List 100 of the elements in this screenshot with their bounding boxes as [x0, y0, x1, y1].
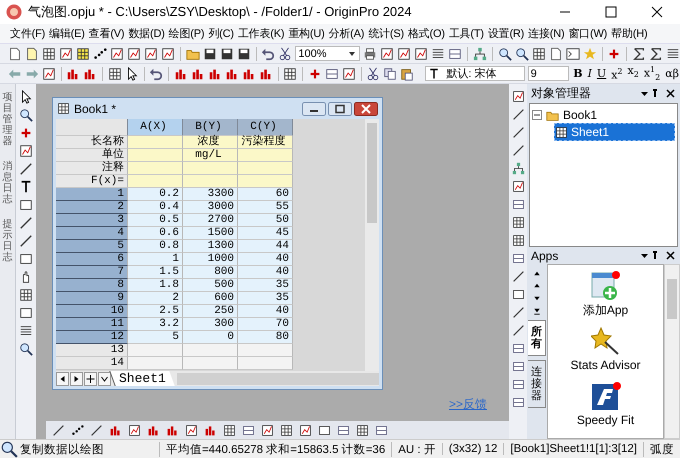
menu-item[interactable]: 窗口(W)	[566, 26, 610, 41]
line-tool-icon[interactable]	[512, 306, 524, 319]
side-tab[interactable]: 提示日志	[2, 219, 12, 263]
grid-icon[interactable]	[512, 216, 524, 229]
menu-item[interactable]: 绘图(P)	[166, 26, 206, 41]
chart-icon[interactable]	[261, 424, 274, 436]
scatter-plot-icon[interactable]	[93, 46, 107, 60]
save-icon[interactable]	[236, 46, 251, 60]
printer-icon[interactable]	[363, 46, 378, 60]
chart-icon[interactable]	[144, 46, 158, 60]
chart-icon[interactable]	[414, 46, 428, 60]
bar-chart-icon[interactable]	[174, 66, 188, 80]
format-button[interactable]: x$_{2}$	[626, 64, 640, 83]
column-header[interactable]: C(Y)	[238, 119, 293, 136]
document-icon[interactable]	[25, 46, 39, 60]
grid-icon[interactable]	[76, 46, 90, 60]
layer-icon[interactable]	[512, 198, 524, 211]
layer-icon[interactable]	[512, 360, 524, 373]
menu-item[interactable]: 数据(D)	[126, 26, 167, 41]
layer-icon[interactable]	[512, 252, 524, 265]
tree-item[interactable]: Sheet1	[554, 123, 675, 141]
bar-chart-icon[interactable]	[208, 66, 222, 80]
menu-item[interactable]: 工具(T)	[446, 26, 486, 41]
menu-item[interactable]: 编辑(E)	[47, 26, 87, 41]
format-button[interactable]: I	[586, 66, 593, 80]
save-icon[interactable]	[202, 46, 217, 60]
star-icon[interactable]	[582, 46, 597, 60]
row-header[interactable]: 5	[56, 240, 128, 253]
bar-chart-icon[interactable]	[190, 66, 205, 80]
chart-icon[interactable]	[299, 424, 312, 436]
line-tool-icon[interactable]	[512, 108, 524, 121]
line-tool-icon[interactable]	[19, 162, 33, 176]
chart-icon[interactable]	[342, 66, 356, 80]
search-icon[interactable]	[19, 342, 33, 356]
layer-icon[interactable]	[448, 46, 462, 60]
chart-icon[interactable]	[59, 46, 73, 60]
line-tool-icon[interactable]	[512, 126, 524, 139]
search-icon[interactable]	[19, 108, 33, 122]
row-header[interactable]: 6	[56, 253, 128, 266]
menu-item[interactable]: 重构(U)	[286, 26, 327, 41]
grid-icon[interactable]	[19, 288, 33, 302]
grid-icon[interactable]	[223, 424, 236, 436]
apps-tab[interactable]: 连接器	[528, 360, 546, 408]
layer-icon[interactable]	[375, 424, 388, 436]
bar-chart-icon[interactable]	[83, 66, 98, 80]
grid-icon[interactable]	[42, 46, 56, 60]
sigma-icon[interactable]	[649, 46, 664, 60]
row-header[interactable]: 9	[56, 292, 128, 305]
next-sheet-icon[interactable]	[70, 372, 83, 386]
bar-chart-icon[interactable]	[204, 424, 217, 436]
menu-item[interactable]: 帮助(H)	[609, 26, 650, 41]
bar-chart-icon[interactable]	[66, 66, 80, 80]
scroll-bottom-icon[interactable]	[532, 307, 542, 316]
side-tab[interactable]: 项目管理器	[2, 92, 12, 147]
line-tool-icon[interactable]	[512, 324, 524, 337]
grid-icon[interactable]	[532, 46, 546, 60]
horizontal-scrollbar[interactable]	[176, 372, 379, 384]
chart-icon[interactable]	[110, 46, 124, 60]
line-tool-icon[interactable]	[512, 144, 524, 157]
bar-chart-icon[interactable]	[147, 424, 160, 436]
layer-icon[interactable]	[337, 424, 350, 436]
add-app-icon[interactable]	[590, 271, 620, 301]
search-icon[interactable]	[498, 46, 512, 60]
search-icon[interactable]	[0, 440, 18, 458]
line-tool-icon[interactable]	[512, 270, 524, 283]
maximize-icon[interactable]	[328, 102, 352, 116]
row-header[interactable]: 3	[56, 214, 128, 227]
bar-chart-icon[interactable]	[166, 424, 179, 436]
chart-icon[interactable]	[128, 424, 141, 436]
scissors-icon[interactable]	[278, 46, 292, 60]
hierarchy-icon[interactable]	[472, 46, 487, 60]
panel-controls-icon[interactable]	[640, 250, 676, 260]
bar-chart-icon[interactable]	[224, 66, 239, 80]
text-tool-icon[interactable]	[19, 180, 33, 194]
chart-icon[interactable]	[19, 144, 33, 158]
chart-icon[interactable]	[512, 180, 524, 193]
format-button[interactable]: U	[596, 66, 608, 80]
vertical-scrollbar[interactable]	[365, 119, 379, 371]
line-tool-icon[interactable]	[19, 216, 33, 230]
search-icon[interactable]	[514, 46, 529, 60]
grid-icon[interactable]	[283, 66, 298, 80]
font-field[interactable]: 默认: 宋体	[425, 66, 525, 81]
scatter-plot-icon[interactable]	[71, 424, 84, 436]
layer-icon[interactable]	[512, 378, 524, 391]
bar-chart-icon[interactable]	[109, 424, 122, 436]
document-icon[interactable]	[548, 46, 563, 60]
tree-item[interactable]: Book1	[532, 107, 675, 123]
vertical-scrollbar[interactable]	[664, 264, 680, 439]
sheet-tab[interactable]: Sheet1	[109, 371, 175, 386]
row-header[interactable]: 13	[56, 344, 128, 357]
scroll-up-icon[interactable]	[532, 281, 542, 290]
previous-sheet-icon[interactable]	[56, 372, 69, 386]
chart-icon[interactable]	[127, 46, 141, 60]
rectangle-icon[interactable]	[318, 424, 331, 436]
row-header[interactable]: 2	[56, 201, 128, 214]
row-header[interactable]: 4	[56, 227, 128, 240]
chart-icon[interactable]	[397, 46, 412, 60]
app-label[interactable]: Speedy Fit	[576, 413, 634, 428]
format-button[interactable]: αβ	[664, 66, 680, 80]
fit-app-icon[interactable]	[590, 381, 620, 411]
